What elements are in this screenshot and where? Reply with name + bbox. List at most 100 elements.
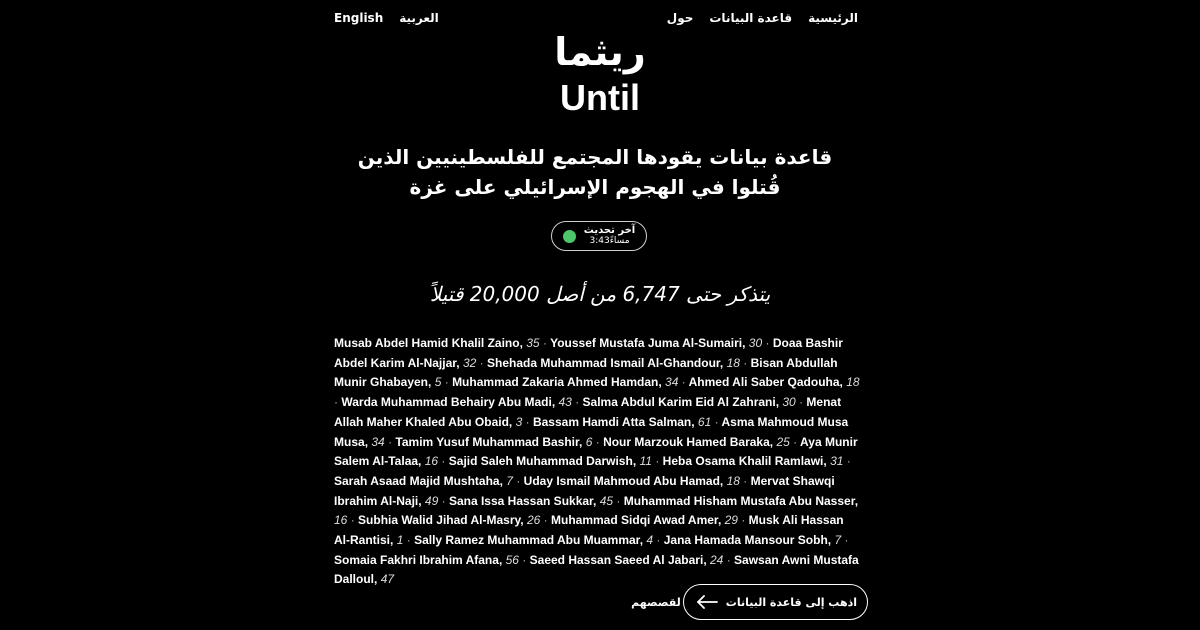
victims-list: Musab Abdel Hamid Khalil Zaino, 35 · You… (334, 334, 862, 590)
go-to-database-label: اذهب إلى قاعدة البيانات (725, 595, 857, 609)
victim-age: 3 (515, 414, 523, 429)
list-separator: · (441, 454, 446, 469)
nav-link-database[interactable]: قاعدة البيانات (709, 11, 792, 25)
go-to-database-button[interactable]: اذهب إلى قاعدة البيانات (682, 584, 868, 620)
victim-name: Sajid Saleh Muhammad Darwish (448, 454, 633, 469)
brand-name-english: Until (560, 77, 640, 118)
victim-age: 30 (748, 336, 763, 350)
victim-name: Subhia Walid Jihad Al-Masry (358, 513, 521, 528)
victim-age: 5 (434, 375, 442, 390)
list-separator: · (655, 454, 660, 469)
list-separator: · (406, 533, 411, 548)
victim-entry: Muhammad Sidqi Awad Amer, 29 (551, 513, 738, 528)
list-separator: · (595, 434, 600, 449)
list-separator: · (525, 414, 530, 429)
list-separator: · (334, 395, 338, 410)
victim-age: 7 (506, 473, 513, 488)
list-separator: · (681, 375, 686, 390)
last-update-badge: آخر تحديث مساءً3:43 (551, 221, 647, 251)
victim-age: 61 (697, 414, 712, 429)
victim-age: 25 (776, 434, 790, 449)
list-separator: · (575, 395, 580, 410)
victim-age: 56 (505, 552, 519, 567)
victim-entry: Jana Hamada Mansour Sobh, 7 (663, 533, 842, 548)
victim-entry: Sally Ramez Muhammad Abu Muammar, 4 (414, 533, 654, 548)
victim-entry: Muhammad Zakaria Ahmed Hamdan, 34 (452, 375, 679, 390)
victim-name: Tamim Yusuf Muhammad Bashir (395, 434, 580, 449)
victim-age: 32 (462, 355, 477, 370)
victim-entry: Musab Abdel Hamid Khalil Zaino, 35 (334, 336, 540, 350)
page: الرئيسية قاعدة البيانات حول العربية Engl… (0, 0, 1200, 630)
victim-name: Ahmed Ali Saber Qadouha (688, 375, 840, 390)
list-separator: · (388, 434, 393, 449)
list-separator: · (741, 513, 746, 528)
victim-entry: Shehada Muhammad Ismail Al-Ghandour, 18 (486, 355, 740, 370)
victim-age: 16 (334, 513, 348, 528)
victim-age: 34 (371, 434, 385, 449)
list-separator: · (743, 355, 748, 370)
victim-age: 6 (585, 434, 593, 449)
victim-age: 31 (830, 454, 844, 469)
victim-name: Nour Marzouk Hamed Baraka (603, 434, 770, 449)
last-update-text: آخر تحديث مساءً3:43 (584, 225, 635, 247)
victim-name: Sarah Asaad Majid Mushtaha (334, 473, 500, 488)
list-separator: · (844, 533, 849, 548)
list-separator: · (656, 533, 661, 548)
victim-entry: Sarah Asaad Majid Mushtaha, 7 (334, 473, 513, 488)
victim-age: 1 (396, 533, 404, 548)
victim-entry: Saeed Hassan Saeed Al Jabari, 24 (529, 552, 724, 567)
victim-entry: Subhia Walid Jihad Al-Masry, 26 (358, 513, 541, 528)
victim-entry: Warda Muhammad Behairy Abu Madi, 43 (341, 395, 572, 410)
list-separator: · (441, 493, 446, 508)
nav-link-about[interactable]: حول (667, 11, 694, 25)
list-separator: · (743, 473, 748, 488)
victim-age: 45 (599, 493, 614, 508)
list-separator: · (799, 395, 804, 410)
victim-age: 18 (726, 355, 740, 370)
remember-count-line: يتذكر حتى 6,747 من أصل 20,000 قتيلاً (429, 282, 771, 306)
victim-entry: Sajid Saleh Muhammad Darwish, 11 (448, 454, 652, 469)
last-update-label: آخر تحديث (583, 225, 636, 236)
victim-name: Muhammad Hisham Mustafa Abu Nasser (623, 493, 855, 508)
victim-age: 4 (646, 533, 654, 548)
victim-name: Shehada Muhammad Ismail Al-Ghandour (486, 355, 720, 370)
victim-entry: Youssef Mustafa Juma Al-Sumairi, 30 (550, 336, 763, 350)
victim-age: 49 (424, 493, 439, 508)
victim-entry: Heba Osama Khalil Ramlawi, 31 (662, 454, 844, 469)
nav-main-links: الرئيسية قاعدة البيانات حول (667, 11, 858, 25)
list-separator: · (846, 454, 851, 469)
victim-name: Salma Abdul Karim Eid Al Zahrani (582, 395, 776, 410)
victim-age: 16 (424, 454, 439, 469)
language-link-arabic[interactable]: العربية (399, 11, 439, 25)
victim-name: Muhammad Zakaria Ahmed Hamdan (452, 375, 659, 390)
cta-secondary-text: لقصصهم (631, 595, 681, 609)
page-tagline: قاعدة بيانات يقودها المجتمع للفلسطينيين … (357, 145, 833, 199)
victim-entry: Tamim Yusuf Muhammad Bashir, 6 (395, 434, 593, 449)
status-dot-icon (562, 229, 576, 243)
list-separator: · (350, 513, 355, 528)
victim-name: Sally Ramez Muhammad Abu Muammar (414, 533, 640, 548)
victim-name: Musab Abdel Hamid Khalil Zaino (334, 336, 520, 350)
victim-age: 26 (526, 513, 541, 528)
top-nav: الرئيسية قاعدة البيانات حول العربية Engl… (334, 8, 858, 28)
victim-name: Uday Ismail Mahmoud Abu Hamad (523, 473, 720, 488)
language-link-english[interactable]: English (334, 11, 383, 25)
victim-name: Warda Muhammad Behairy Abu Madi (341, 395, 552, 410)
list-separator: · (543, 513, 548, 528)
list-separator: · (479, 355, 484, 370)
victim-age: 18 (846, 375, 860, 390)
victim-name: Jana Hamada Mansour Sobh (663, 533, 828, 548)
victim-name: Somaia Fakhri Ibrahim Afana (334, 552, 499, 567)
victim-name: Muhammad Sidqi Awad Amer (551, 513, 718, 528)
victim-age: 47 (380, 572, 395, 587)
brand-name-arabic: ريثما (554, 30, 646, 74)
victim-entry: Nour Marzouk Hamed Baraka, 25 (603, 434, 790, 449)
victim-entry: Sana Issa Hassan Sukkar, 45 (448, 493, 614, 508)
victim-name: Heba Osama Khalil Ramlawi (662, 454, 824, 469)
nav-link-home[interactable]: الرئيسية (808, 11, 858, 25)
victim-age: 24 (709, 552, 724, 567)
list-separator: · (714, 414, 719, 429)
victim-name: Sana Issa Hassan Sukkar (448, 493, 594, 508)
victim-entry: Uday Ismail Mahmoud Abu Hamad, 18 (523, 473, 740, 488)
list-separator: · (522, 552, 527, 567)
